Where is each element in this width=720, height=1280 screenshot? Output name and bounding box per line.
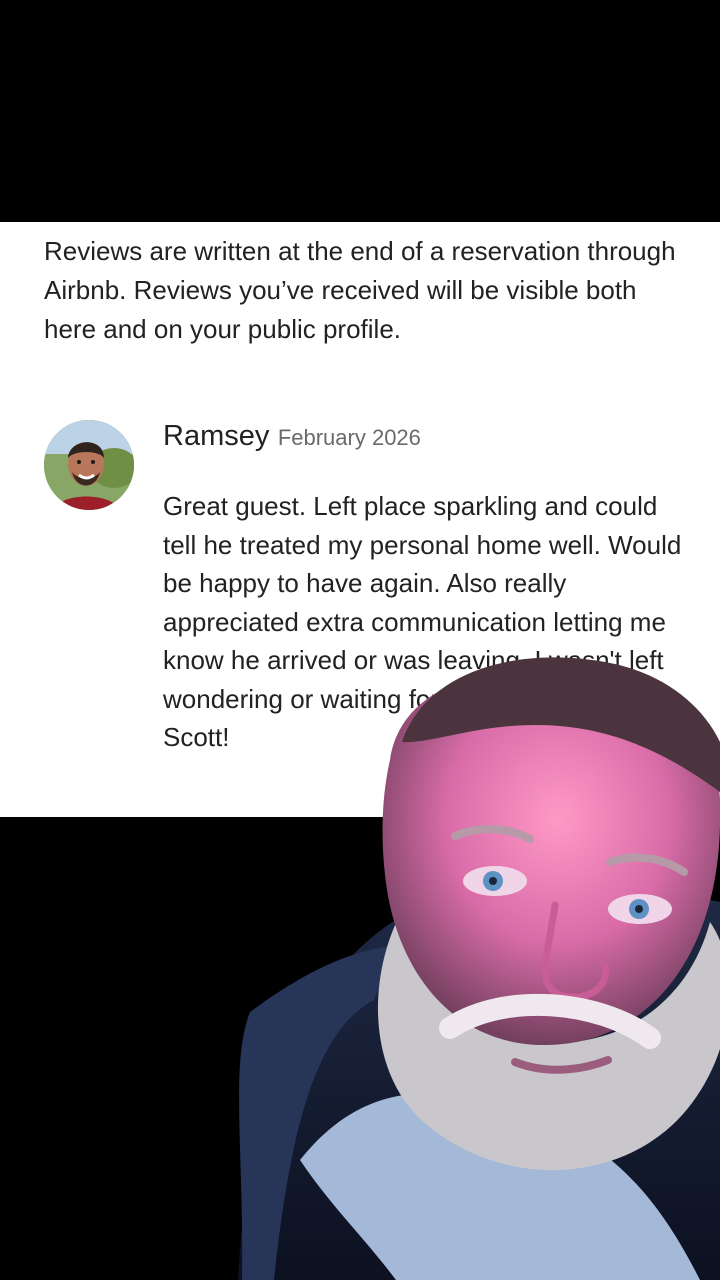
reviews-intro-text: Reviews are written at the end of a rese… <box>44 236 676 344</box>
avatar-photo-icon <box>44 420 134 510</box>
reviews-card: Reviews are written at the end of a rese… <box>0 222 720 817</box>
review-date: February 2026 <box>277 425 421 450</box>
reviewer-header: Ramsey February 2026 <box>163 420 421 453</box>
reviewer-avatar[interactable] <box>44 420 134 510</box>
review-body: Great guest. Left place sparkling and co… <box>163 491 682 752</box>
reviewer-name[interactable]: Ramsey <box>163 420 269 452</box>
screen: Reviews are written at the end of a rese… <box>0 0 720 1280</box>
